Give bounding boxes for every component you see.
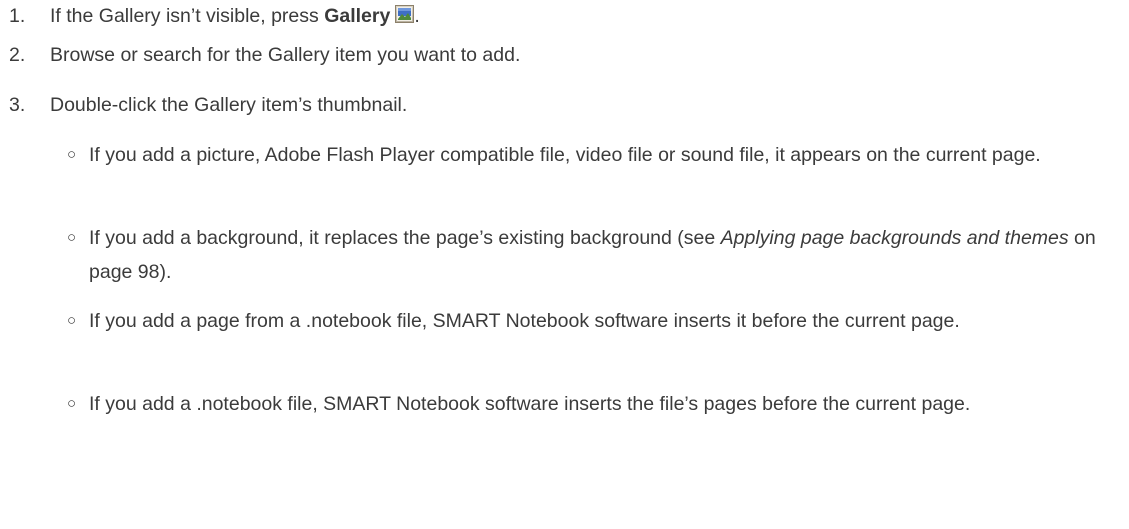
sub-item-1: ○ If you add a picture, Adobe Flash Play… (67, 138, 1107, 172)
step-2-text: Browse or search for the Gallery item yo… (50, 44, 521, 66)
sub-item-3-text: If you add a page from a .notebook file,… (89, 310, 960, 332)
bullet-4-icon: ○ (67, 395, 77, 412)
sub-item-2: ○ If you add a background, it replaces t… (67, 221, 1107, 289)
step-1-text-before: If the Gallery isn’t visible, press (50, 5, 325, 27)
gallery-label: Gallery (324, 5, 391, 27)
step-3-text: Double-click the Gallery item’s thumbnai… (50, 94, 408, 116)
bullet-2-icon: ○ (67, 229, 77, 246)
step-1-text: If the Gallery isn’t visible, press Gall… (50, 1, 420, 31)
step-1-number: 1. (9, 5, 26, 27)
bullet-1-icon: ○ (67, 146, 77, 163)
sub-item-4-text: If you add a .notebook file, SMART Noteb… (89, 393, 971, 415)
gallery-icon (395, 5, 415, 23)
instructions-document: 1. If the Gallery isn’t visible, press G… (0, 0, 1129, 529)
page-backgrounds-reference: Applying page backgrounds and themes (720, 227, 1069, 249)
step-2-number: 2. (9, 44, 26, 66)
sub-item-2-text: If you add a background, it replaces the… (89, 221, 1107, 289)
step-3-number: 3. (9, 94, 26, 116)
bullet-3-icon: ○ (67, 312, 77, 329)
sub-item-1-text: If you add a picture, Adobe Flash Player… (89, 144, 1041, 166)
sub-item-2-text-before: If you add a background, it replaces the… (89, 227, 721, 249)
sub-item-3: ○ If you add a page from a .notebook fil… (67, 304, 1107, 338)
sub-item-4: ○ If you add a .notebook file, SMART Not… (67, 387, 1107, 421)
step-1-text-after: . (414, 5, 420, 27)
